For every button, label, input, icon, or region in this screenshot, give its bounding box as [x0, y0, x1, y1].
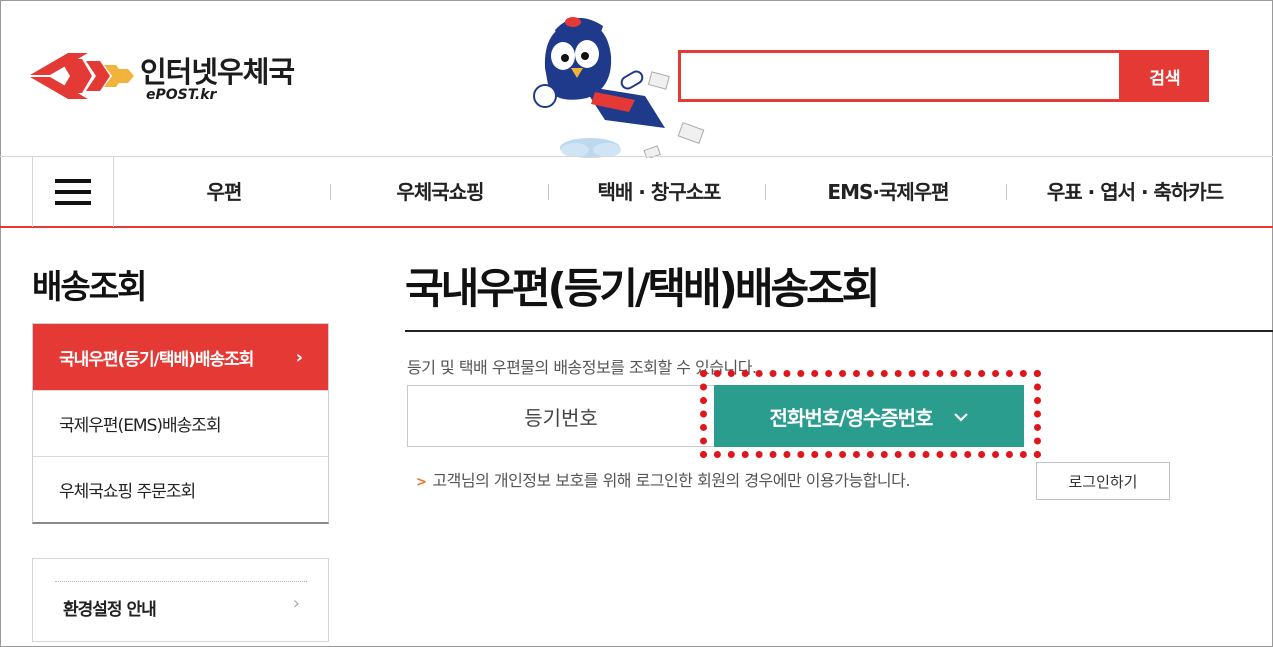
arrow-right-icon: > — [416, 475, 427, 490]
tab-label: 등기번호 — [524, 405, 598, 430]
login-button[interactable]: 로그인하기 — [1036, 462, 1170, 500]
nav-item-shopping[interactable]: 우체국쇼핑 — [368, 157, 512, 227]
page-title: 국내우편(등기/택배)배송조회 — [405, 264, 880, 313]
nav-item-parcel[interactable]: 택배 · 창구소포 — [574, 157, 744, 227]
title-divider — [405, 330, 1273, 332]
sidebar-item-shopping-order[interactable]: 우체국쇼핑 주문조회 — [33, 456, 328, 522]
search-input[interactable] — [681, 53, 1119, 99]
sidebar-item-label: 국제우편(EMS)배송조회 — [59, 416, 222, 436]
nav-divider — [1006, 184, 1007, 200]
chevron-down-icon — [954, 407, 969, 426]
chevron-right-icon: › — [295, 346, 303, 368]
tab-phone-receipt-number[interactable]: 전화번호/영수증번호 — [714, 385, 1024, 447]
menu-button[interactable] — [32, 157, 114, 227]
search-button[interactable]: 검색 — [1121, 50, 1209, 102]
nav-item-stamps[interactable]: 우표 · 엽서 · 축하카드 — [1028, 157, 1242, 227]
sidebar-item-label: 우체국쇼핑 주문조회 — [59, 482, 196, 502]
nav-divider — [765, 184, 766, 200]
chevron-right-icon: › — [292, 593, 300, 614]
sidebar-title: 배송조회 — [32, 267, 147, 306]
sidebar-item-ems-tracking[interactable]: 국제우편(EMS)배송조회 — [33, 390, 328, 456]
login-notice: > 고객님의 개인정보 보호를 위해 로그인한 회원의 경우에만 이용가능합니다. — [416, 467, 910, 491]
logo-title: 인터넷우체국 — [140, 55, 295, 89]
settings-guide-link[interactable]: 환경설정 안내 — [63, 595, 157, 620]
nav-divider — [330, 184, 331, 200]
tab-registered-number[interactable]: 등기번호 — [407, 385, 715, 447]
sidebar-item-domestic-tracking[interactable]: 국내우편(등기/택배)배송조회 › — [33, 324, 328, 390]
main-nav: 우편 우체국쇼핑 택배 · 창구소포 EMS·국제우편 우표 · 엽서 · 축하… — [0, 156, 1273, 228]
sidebar-item-label: 국내우편(등기/택배)배송조회 — [59, 349, 254, 370]
sidebar-list: 국내우편(등기/택배)배송조회 › 국제우편(EMS)배송조회 우체국쇼핑 주문… — [32, 323, 329, 524]
settings-guide-box[interactable]: 환경설정 안내 › — [32, 558, 329, 642]
nav-divider — [548, 184, 549, 200]
epost-logo[interactable]: 인터넷우체국 ePOST.kr — [30, 45, 330, 105]
nav-item-mail[interactable]: 우편 — [176, 157, 272, 227]
epost-logo-icon — [30, 53, 134, 99]
notice-text: 고객님의 개인정보 보호를 위해 로그인한 회원의 경우에만 이용가능합니다. — [432, 471, 910, 490]
logo-subtitle: ePOST.kr — [146, 87, 217, 103]
tab-label: 전화번호/영수증번호 — [769, 405, 934, 430]
nav-item-ems[interactable]: EMS·국제우편 — [808, 157, 968, 227]
page-description: 등기 및 택배 우편물의 배송정보를 조회할 수 있습니다. — [407, 358, 757, 377]
search-input-box[interactable] — [678, 50, 1122, 102]
hamburger-icon — [55, 179, 91, 205]
dotted-divider — [55, 581, 307, 582]
